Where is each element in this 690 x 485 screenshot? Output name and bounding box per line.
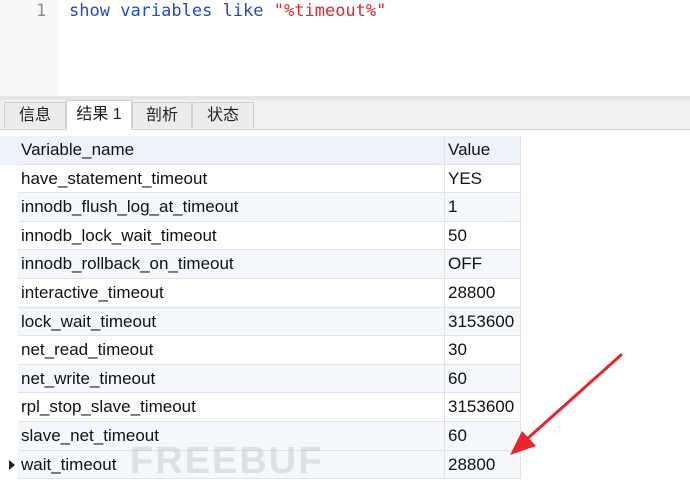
- red-arrow-icon: [510, 353, 623, 455]
